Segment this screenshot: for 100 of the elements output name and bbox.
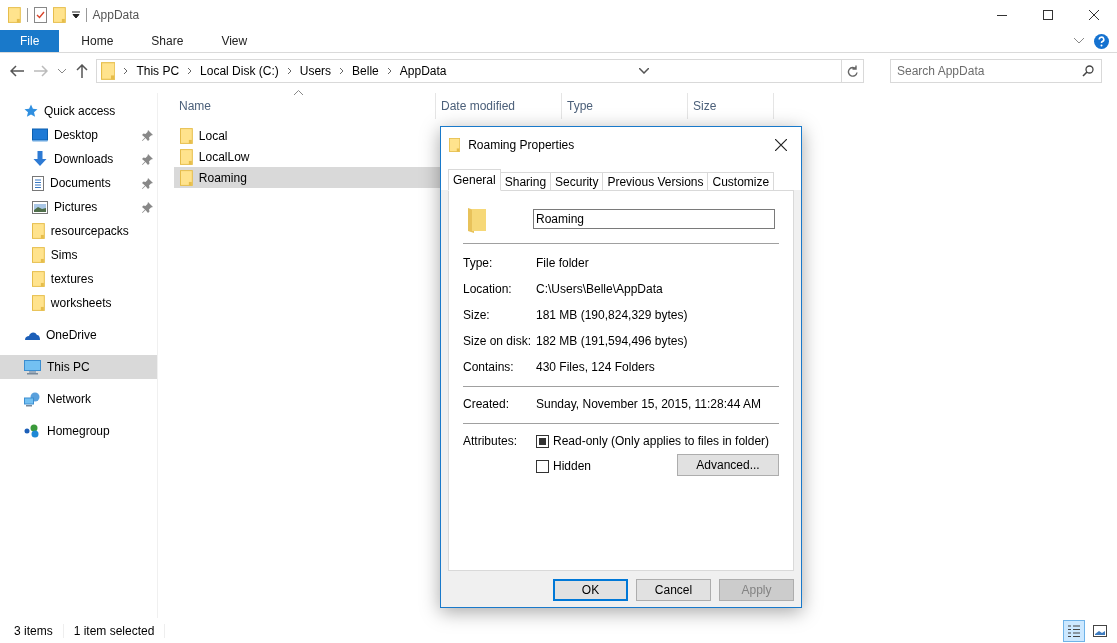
help-icon[interactable] bbox=[1094, 33, 1109, 49]
sort-caret-icon bbox=[294, 90, 303, 95]
navigation-item[interactable]: Documents bbox=[0, 171, 157, 195]
window-title: AppData bbox=[92, 8, 140, 22]
file-name: Roaming bbox=[198, 170, 247, 185]
navigation-item[interactable]: Pictures bbox=[0, 195, 157, 219]
chevron-right-icon bbox=[339, 67, 345, 75]
navigation-item[interactable]: Quick access bbox=[0, 99, 157, 123]
ribbon-tab[interactable]: Home bbox=[65, 30, 130, 52]
checkbox-label: Read-only (Only applies to files in folder) bbox=[553, 434, 770, 448]
up-button[interactable] bbox=[74, 64, 90, 78]
name-field[interactable]: Roaming bbox=[533, 209, 775, 229]
property-label: Location: bbox=[463, 282, 513, 296]
property-label: Type: bbox=[463, 256, 494, 270]
network-icon bbox=[24, 391, 41, 407]
checkbox[interactable] bbox=[536, 459, 549, 473]
property-value: 430 Files, 124 Folders bbox=[536, 360, 655, 374]
homegroup-icon bbox=[24, 424, 41, 438]
close-icon bbox=[775, 139, 787, 151]
navigation-item[interactable]: OneDrive bbox=[0, 323, 157, 347]
refresh-icon bbox=[847, 65, 858, 77]
folder-icon bbox=[32, 271, 45, 287]
file-name: Local bbox=[198, 128, 228, 143]
breadcrumb[interactable]: Local Disk (C:) bbox=[200, 64, 279, 78]
folder-icon bbox=[467, 205, 487, 233]
breadcrumb[interactable]: Belle bbox=[352, 64, 379, 78]
chevron-right-icon bbox=[123, 67, 129, 75]
dialog-button[interactable]: OK bbox=[553, 579, 628, 601]
dropdown-icon[interactable] bbox=[638, 68, 649, 74]
dropdown-icon[interactable] bbox=[71, 11, 80, 19]
navigation-item[interactable]: Desktop bbox=[0, 123, 157, 147]
details-view-button[interactable] bbox=[1063, 619, 1085, 642]
column-header[interactable]: Date modified bbox=[436, 93, 562, 119]
column-header[interactable]: Name bbox=[174, 93, 436, 119]
search-field[interactable]: Search AppData bbox=[890, 59, 1102, 83]
navigation-item[interactable]: Downloads bbox=[0, 147, 157, 171]
ribbon-tab[interactable]: Share bbox=[135, 30, 200, 52]
breadcrumb[interactable]: This PC bbox=[136, 64, 180, 78]
folder-icon bbox=[449, 138, 461, 152]
recent-locations-button[interactable] bbox=[56, 68, 68, 74]
download-icon bbox=[32, 151, 48, 167]
dialog-tab[interactable]: Customize bbox=[707, 172, 775, 191]
navigation-item[interactable]: textures bbox=[0, 267, 157, 291]
navigation-item[interactable]: resourcepacks bbox=[0, 219, 157, 243]
monitor-icon bbox=[32, 128, 48, 142]
file-row[interactable]: Local bbox=[174, 125, 446, 146]
folder-icon bbox=[8, 7, 21, 23]
column-header[interactable]: Type bbox=[562, 93, 688, 119]
properties-icon[interactable] bbox=[33, 7, 47, 23]
star-icon bbox=[24, 104, 38, 118]
advanced-button[interactable]: Advanced... bbox=[677, 454, 779, 476]
column-header[interactable]: Size bbox=[688, 93, 774, 119]
property-value: Sunday, November 15, 2015, 11:28:44 AM bbox=[536, 397, 762, 411]
dialog-title: Roaming Properties bbox=[468, 138, 575, 152]
property-label: Attributes: bbox=[463, 434, 519, 450]
chevron-right-icon bbox=[286, 67, 292, 75]
back-button[interactable] bbox=[8, 65, 26, 77]
property-value: 181 MB (190,824,329 bytes) bbox=[536, 308, 688, 322]
property-label: Contains: bbox=[463, 360, 515, 374]
dialog-tab[interactable]: Sharing bbox=[499, 172, 552, 191]
status-text: 1 item selected bbox=[73, 623, 166, 638]
folder-icon bbox=[32, 223, 45, 239]
ribbon-tab[interactable]: View bbox=[205, 30, 264, 52]
folder-icon bbox=[180, 169, 193, 186]
property-value: C:\Users\Belle\AppData bbox=[536, 282, 663, 296]
status-text: 3 items bbox=[14, 623, 64, 638]
breadcrumb[interactable]: Users bbox=[299, 64, 332, 78]
dialog-tab[interactable]: Security bbox=[550, 172, 604, 191]
file-row[interactable]: LocalLow bbox=[174, 146, 446, 167]
navigation-item[interactable]: Network bbox=[0, 387, 157, 411]
expand-ribbon-icon[interactable] bbox=[1074, 38, 1084, 44]
folder-icon bbox=[180, 127, 193, 144]
breadcrumb[interactable]: AppData bbox=[399, 64, 447, 78]
navigation-item[interactable]: Homegroup bbox=[0, 419, 157, 443]
dialog-button[interactable]: Cancel bbox=[636, 579, 711, 601]
navigation-item[interactable]: worksheets bbox=[0, 291, 157, 315]
checkbox-label: Hidden bbox=[553, 459, 592, 473]
file-name: LocalLow bbox=[198, 149, 250, 164]
navigation-item[interactable]: Sims bbox=[0, 243, 157, 267]
folder-icon bbox=[32, 247, 45, 263]
property-label: Created: bbox=[463, 397, 511, 411]
folder-icon bbox=[32, 295, 45, 311]
ribbon-tab[interactable]: File bbox=[0, 30, 60, 52]
details-list-icon bbox=[1067, 623, 1081, 638]
search-icon bbox=[1082, 65, 1094, 77]
close-icon bbox=[1089, 10, 1099, 20]
new-folder-icon bbox=[52, 7, 66, 23]
checkbox[interactable] bbox=[536, 434, 549, 448]
navigation-item[interactable]: This PC bbox=[0, 355, 157, 379]
document-icon bbox=[32, 175, 44, 191]
address-bar[interactable]: This PC Local Disk (C:) Users Belle AppData bbox=[96, 59, 864, 83]
property-label: Size on disk: bbox=[463, 334, 533, 348]
picture-icon bbox=[1093, 624, 1107, 637]
dialog-tab[interactable]: General bbox=[448, 169, 501, 191]
folder-icon bbox=[101, 62, 116, 80]
computer-icon bbox=[24, 359, 41, 375]
picture-icon bbox=[32, 200, 48, 214]
maximize-icon bbox=[1043, 10, 1053, 20]
chevron-right-icon bbox=[187, 67, 193, 75]
minimize-icon bbox=[997, 14, 1007, 16]
